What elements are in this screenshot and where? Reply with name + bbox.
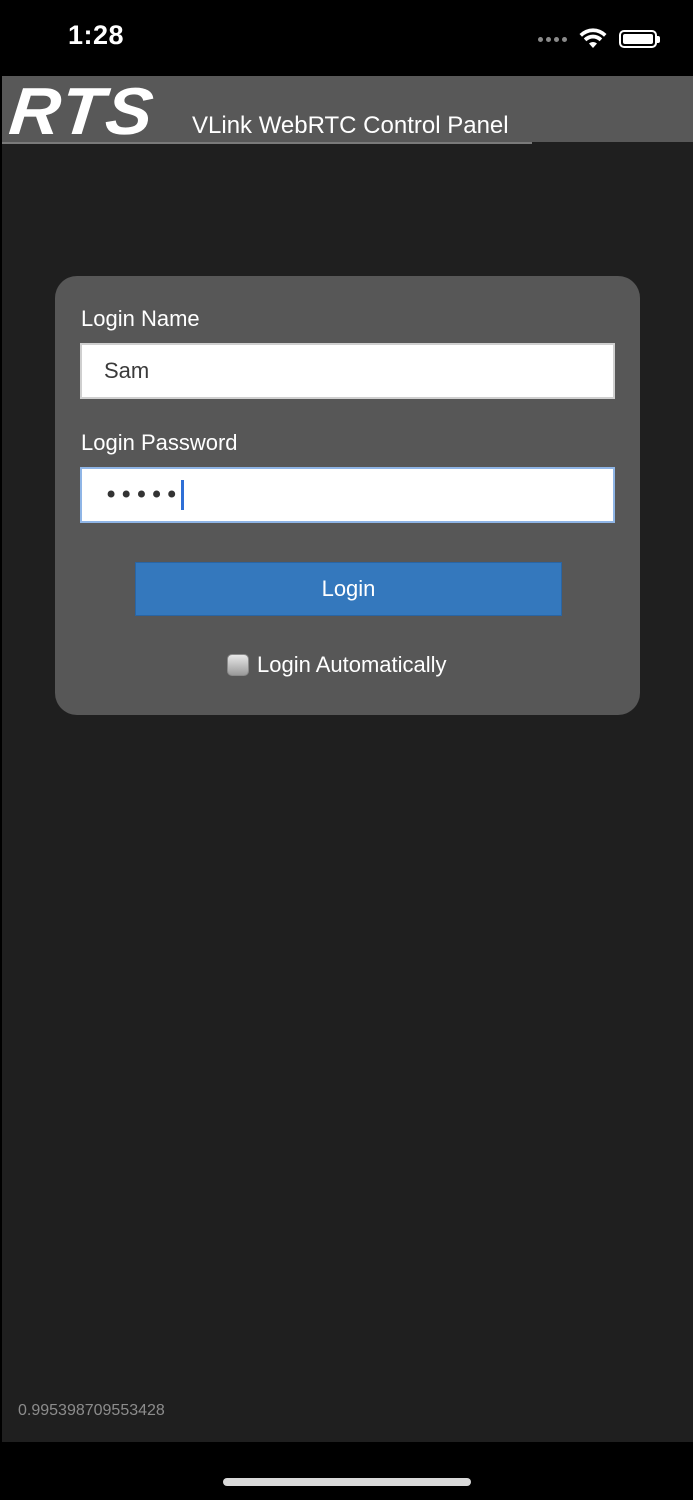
- header-divider: [2, 142, 532, 144]
- login-password-label: Login Password: [81, 430, 238, 455]
- status-bar: 1:28: [0, 0, 693, 76]
- app-container: RTS VLink WebRTC Control Panel Login Nam…: [2, 73, 693, 1442]
- login-card: Login Name Sam Login Password ••••• Logi…: [55, 276, 640, 715]
- login-button[interactable]: Login: [135, 562, 562, 616]
- signal-icon: [538, 36, 567, 42]
- login-name-label: Login Name: [81, 306, 200, 331]
- header-title: VLink WebRTC Control Panel: [192, 112, 509, 139]
- app-header: RTS VLink WebRTC Control Panel: [2, 73, 693, 149]
- wifi-icon: [579, 28, 607, 48]
- rts-logo: RTS: [6, 73, 159, 149]
- password-mask: •••••: [104, 481, 180, 509]
- home-indicator[interactable]: [223, 1478, 471, 1486]
- login-password-input[interactable]: •••••: [80, 467, 615, 523]
- login-automatically-option[interactable]: Login Automatically: [227, 652, 447, 678]
- text-caret: [180, 480, 184, 510]
- battery-icon: [619, 30, 660, 48]
- status-icons: [538, 26, 660, 52]
- login-automatically-checkbox[interactable]: [227, 654, 249, 676]
- status-time: 1:28: [68, 20, 125, 50]
- screen: 1:28 RTS VLink WebRTC Control Panel Logi…: [0, 0, 693, 1500]
- version-text: 0.995398709553428: [18, 1402, 165, 1419]
- login-automatically-label[interactable]: Login Automatically: [257, 652, 447, 678]
- login-name-input[interactable]: Sam: [80, 343, 615, 399]
